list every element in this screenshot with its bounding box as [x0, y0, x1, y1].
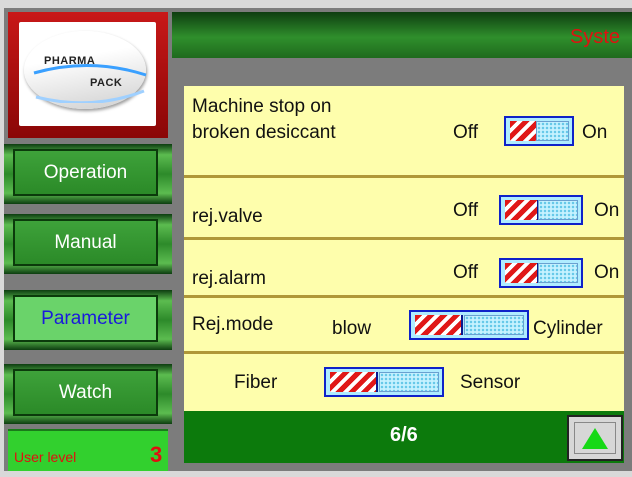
rej-alarm-on-label: On — [594, 262, 620, 283]
toggle-knob — [330, 372, 379, 392]
toggle-knob — [415, 315, 464, 335]
toggle-track — [537, 263, 578, 283]
logo-text-line1: PHARMA — [44, 55, 96, 67]
rej-valve-toggle[interactable] — [499, 195, 583, 225]
rej-mode-label: Rej.mode — [192, 314, 274, 335]
logo: PHARMA PACK — [19, 22, 156, 126]
rej-valve-on-label: On — [594, 200, 620, 221]
fiber-sensor-toggle[interactable] — [324, 367, 444, 397]
desiccant-stop-off-label: Off — [453, 122, 478, 143]
page-indicator: 6/6 — [390, 424, 418, 446]
nav-manual-button[interactable]: Manual — [13, 219, 158, 266]
user-level-panel: User level 3 — [8, 429, 168, 471]
logo-badge: PHARMA PACK — [24, 31, 147, 109]
nav-band-parameter: Parameter — [4, 290, 172, 350]
toggle-track — [379, 372, 439, 392]
param-row-fiber-sensor: Fiber Sensor — [184, 354, 624, 412]
toggle-track — [464, 315, 524, 335]
toggle-track — [536, 121, 569, 141]
nav-band-manual: Manual — [4, 214, 172, 274]
rej-mode-toggle[interactable] — [409, 310, 529, 340]
page-up-button[interactable] — [567, 415, 623, 461]
nav-parameter-button[interactable]: Parameter — [13, 295, 158, 342]
desiccant-stop-on-label: On — [582, 122, 608, 143]
desiccant-stop-label-line1: Machine stop on — [192, 96, 332, 117]
user-level-label: User level — [14, 449, 77, 465]
logo-text-line2: PACK — [90, 77, 123, 89]
hmi-screen: PHARMA PACK Operation Manual Parameter W… — [4, 8, 632, 471]
param-row-rej-alarm: rej.alarm Off On — [184, 240, 624, 298]
footer-bar: 6/6 — [184, 411, 624, 463]
parameter-panel: Machine stop on broken desiccant Off On … — [184, 86, 624, 426]
toggle-track — [537, 200, 578, 220]
nav-operation-button[interactable]: Operation — [13, 149, 158, 196]
header-bar: Syste — [172, 12, 632, 58]
sensor-label: Sensor — [460, 372, 521, 393]
rej-valve-label: rej.valve — [192, 206, 263, 227]
user-level-value: 3 — [150, 442, 163, 467]
desiccant-stop-label-line2: broken desiccant — [192, 122, 336, 143]
param-row-rej-mode: Rej.mode blow Cylinder — [184, 298, 624, 354]
rej-alarm-label: rej.alarm — [192, 268, 266, 289]
page-title: Syste — [570, 26, 621, 48]
param-row-rej-valve: rej.valve Off On — [184, 178, 624, 240]
nav-band-watch: Watch — [4, 364, 172, 424]
toggle-knob — [505, 200, 539, 220]
rej-alarm-toggle[interactable] — [499, 258, 583, 288]
nav-watch-button[interactable]: Watch — [13, 369, 158, 416]
logo-swoosh-icon — [33, 63, 147, 103]
rej-alarm-off-label: Off — [453, 262, 478, 283]
toggle-knob — [510, 121, 539, 141]
desiccant-stop-toggle[interactable] — [504, 116, 574, 146]
param-row-desiccant-stop: Machine stop on broken desiccant Off On — [184, 86, 624, 178]
rej-mode-cylinder-label: Cylinder — [533, 318, 603, 339]
toggle-knob — [505, 263, 539, 283]
rej-mode-blow-label: blow — [332, 318, 372, 339]
rej-valve-off-label: Off — [453, 200, 478, 221]
logo-frame: PHARMA PACK — [8, 12, 168, 138]
fiber-label: Fiber — [234, 372, 278, 393]
nav-band-operation: Operation — [4, 144, 172, 204]
up-triangle-icon — [582, 428, 608, 449]
